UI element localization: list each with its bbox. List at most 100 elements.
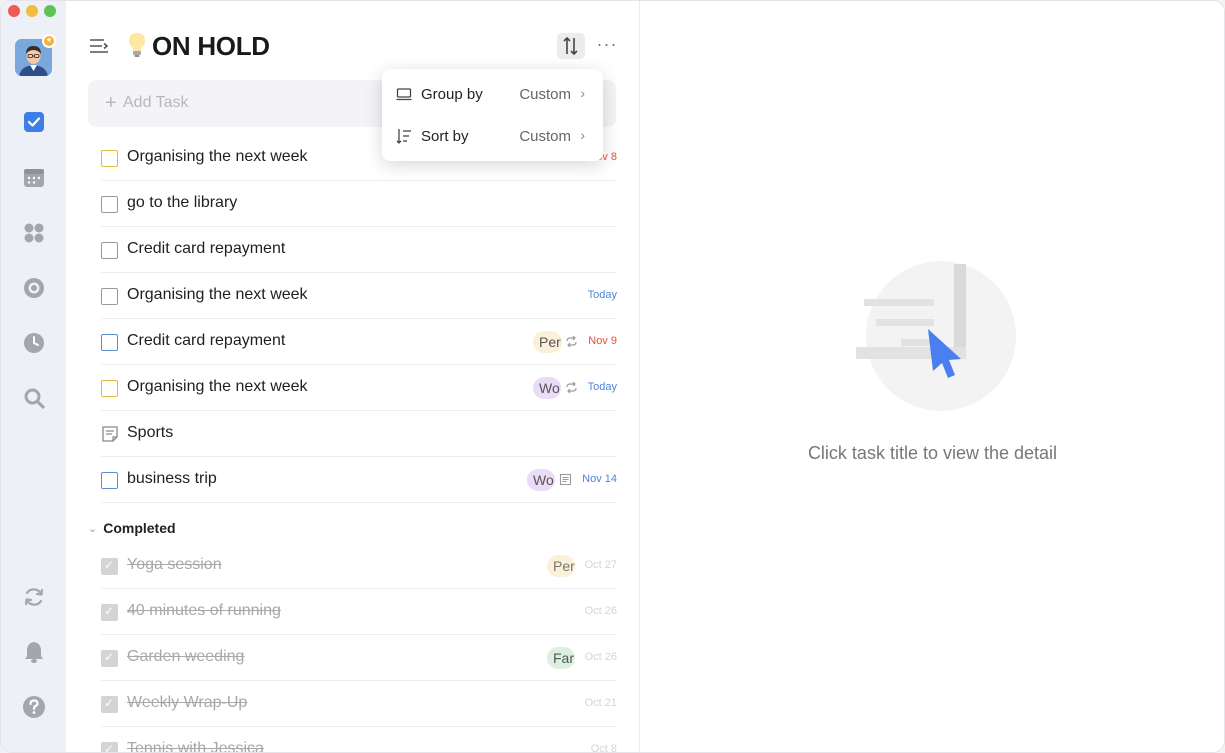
lightbulb-icon	[129, 33, 145, 57]
target-icon	[23, 277, 44, 298]
task-checkbox[interactable]	[101, 288, 118, 305]
task-title[interactable]: go to the library	[127, 194, 237, 212]
sort-by-value: Custom	[519, 128, 571, 145]
plus-icon: +	[105, 92, 117, 114]
sidebar-item-tasks[interactable]	[21, 109, 46, 134]
task-checkbox[interactable]	[101, 604, 118, 621]
task-checkbox[interactable]	[101, 196, 118, 213]
task-checkbox[interactable]	[101, 150, 118, 167]
notifications-button[interactable]	[21, 639, 46, 664]
task-title[interactable]: Credit card repayment	[127, 332, 285, 350]
task-checkbox[interactable]	[101, 650, 118, 667]
due-date: Oct 27	[584, 559, 617, 571]
due-date: Nov 14	[582, 473, 617, 485]
task-title[interactable]: Yoga session	[127, 556, 222, 574]
completed-task-row[interactable]: Tennis with Jessica Oct 8	[101, 727, 617, 753]
sort-by-label: Sort by	[421, 128, 469, 145]
task-row[interactable]: Organising the next week Wo Today	[101, 365, 617, 411]
bell-icon	[24, 641, 43, 663]
group-by-label: Group by	[421, 86, 483, 103]
tag-badge[interactable]: Far	[547, 647, 575, 669]
note-icon[interactable]	[101, 425, 119, 443]
task-title[interactable]: Sports	[127, 424, 173, 442]
task-row[interactable]: Organising the next week Today	[101, 273, 617, 319]
task-detail-panel: Click task title to view the detail	[641, 1, 1224, 752]
task-checkbox[interactable]	[101, 742, 118, 752]
task-title[interactable]: Weekly Wrap-Up	[127, 694, 247, 712]
list-title: ON HOLD	[152, 31, 270, 61]
sidebar-item-pomodoro[interactable]	[21, 330, 46, 355]
more-options-button[interactable]: ···	[594, 35, 620, 57]
task-row[interactable]: Credit card repayment Per Nov 9	[101, 319, 617, 365]
sidebar: ★	[1, 1, 66, 752]
sync-button[interactable]	[21, 584, 46, 609]
empty-detail-message: Click task title to view the detail	[807, 443, 1058, 463]
sidebar-item-matrix[interactable]	[21, 220, 46, 245]
note-indicator-icon	[559, 473, 572, 486]
task-title[interactable]: Organising the next week	[127, 286, 308, 304]
completed-task-row[interactable]: 40 minutes of running Oct 26	[101, 589, 617, 635]
help-button[interactable]	[21, 694, 46, 719]
sort-group-popover: Group by Custom › Sort by Custom ›	[382, 69, 603, 161]
completed-task-row[interactable]: Yoga session Per Oct 27	[101, 543, 617, 589]
collapse-sidebar-icon[interactable]	[88, 35, 110, 57]
clock-icon	[23, 332, 44, 353]
repeat-icon	[566, 381, 577, 394]
sort-lines-icon	[396, 129, 411, 144]
due-date: Today	[587, 381, 617, 393]
task-row[interactable]: go to the library	[101, 181, 617, 227]
close-window-button[interactable]	[8, 5, 20, 17]
sidebar-item-habit[interactable]	[21, 275, 46, 300]
tag-badge[interactable]: Wo	[533, 377, 561, 399]
sidebar-item-search[interactable]	[21, 385, 46, 410]
add-task-placeholder: Add Task	[123, 94, 189, 111]
task-checkbox[interactable]	[101, 380, 118, 397]
tag-badge[interactable]: Per	[533, 331, 562, 353]
task-title[interactable]: Garden weeding	[127, 648, 244, 666]
tag-badge[interactable]: Per	[547, 555, 575, 577]
group-icon	[396, 88, 412, 101]
task-row[interactable]: Sports	[101, 411, 617, 457]
task-title[interactable]: Tennis with Jessica	[127, 740, 264, 752]
sort-options-button[interactable]	[557, 33, 585, 59]
completed-task-row[interactable]: Garden weeding Far Oct 26	[101, 635, 617, 681]
due-date: Nov 9	[588, 335, 617, 347]
due-date: Oct 26	[584, 651, 617, 663]
list-header: ON HOLD ···	[88, 27, 621, 65]
search-icon	[24, 388, 45, 409]
repeat-icon	[566, 335, 577, 348]
sort-icon	[563, 36, 578, 56]
task-checkbox[interactable]	[101, 696, 118, 713]
completed-section-label: Completed	[103, 520, 176, 536]
due-date: Oct 8	[590, 743, 617, 753]
help-icon	[22, 695, 45, 718]
due-date: Today	[587, 289, 617, 301]
task-title[interactable]: 40 minutes of running	[127, 602, 281, 620]
task-title[interactable]: Organising the next week	[127, 148, 308, 166]
tag-badge[interactable]: Wo	[527, 469, 555, 491]
due-date: Oct 21	[584, 697, 617, 709]
sync-icon	[24, 587, 43, 606]
task-checkbox[interactable]	[101, 472, 118, 489]
empty-detail-illustration	[856, 261, 1016, 411]
task-checkbox[interactable]	[101, 334, 118, 351]
completed-task-row[interactable]: Weekly Wrap-Up Oct 21	[101, 681, 617, 727]
sidebar-item-calendar[interactable]	[21, 165, 46, 190]
calendar-icon	[23, 168, 44, 187]
minimize-window-button[interactable]	[26, 5, 38, 17]
completed-section-header[interactable]: ⌄ Completed	[88, 518, 176, 538]
group-by-value: Custom	[519, 86, 571, 103]
group-by-menu-item[interactable]: Group by Custom ›	[382, 74, 603, 114]
task-row[interactable]: business trip Wo Nov 14	[101, 457, 617, 503]
traffic-lights	[8, 5, 56, 17]
task-checkbox[interactable]	[101, 242, 118, 259]
task-title[interactable]: Credit card repayment	[127, 240, 285, 258]
task-title[interactable]: Organising the next week	[127, 378, 308, 396]
app-window: ★ ON HOLD ··· + Add Task Organising the …	[0, 0, 1225, 753]
task-row[interactable]: Credit card repayment	[101, 227, 617, 273]
task-checkbox[interactable]	[101, 558, 118, 575]
sort-by-menu-item[interactable]: Sort by Custom ›	[382, 116, 603, 156]
task-title[interactable]: business trip	[127, 470, 217, 488]
zoom-window-button[interactable]	[44, 5, 56, 17]
due-date: Oct 26	[584, 605, 617, 617]
